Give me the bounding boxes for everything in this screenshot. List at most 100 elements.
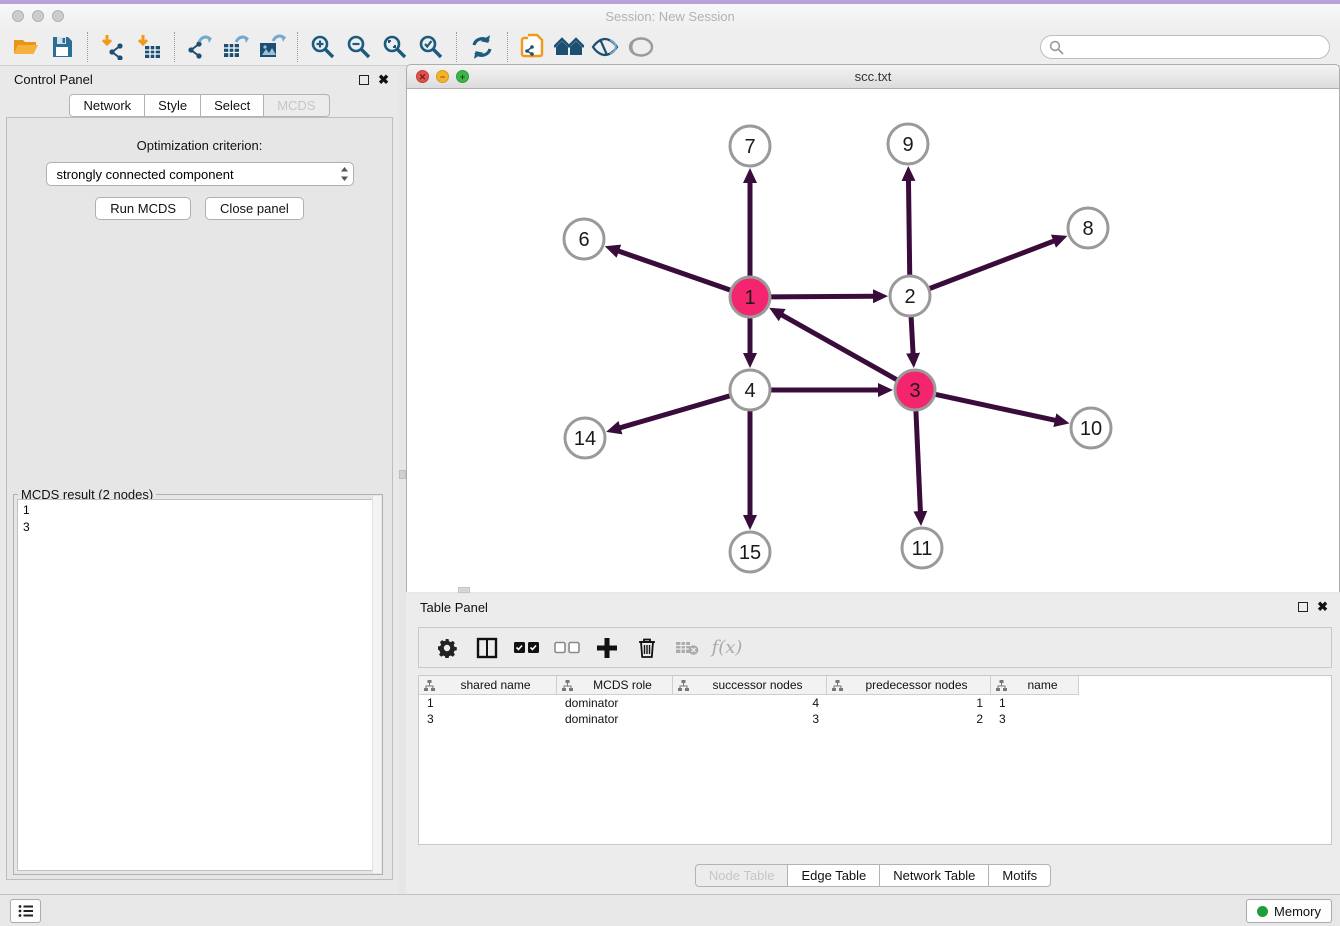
column-header-successor-nodes[interactable]: successor nodes <box>673 676 827 695</box>
graph-node-label-15: 15 <box>739 542 761 564</box>
column-chooser-icon[interactable] <box>469 631 505 665</box>
memory-button[interactable]: Memory <box>1246 899 1332 923</box>
column-header-MCDS-role[interactable]: MCDS role <box>557 676 673 695</box>
export-image-icon[interactable] <box>254 31 290 63</box>
table-cell[interactable]: 2 <box>827 711 991 727</box>
two-houses-icon[interactable] <box>551 31 587 63</box>
column-header-predecessor-nodes[interactable]: predecessor nodes <box>827 676 991 695</box>
birds-eye-view-icon[interactable] <box>623 31 659 63</box>
node-table[interactable]: shared nameMCDS rolesuccessor nodesprede… <box>418 675 1332 845</box>
graph-node-label-10: 10 <box>1080 418 1102 440</box>
table-cell[interactable]: 3 <box>673 711 827 727</box>
column-type-icon <box>678 680 689 691</box>
table-row[interactable]: 3dominator323 <box>419 711 1331 727</box>
application-window: Session: New Session <box>0 0 1340 926</box>
tab-edge-table[interactable]: Edge Table <box>787 864 880 887</box>
table-cell[interactable]: 1 <box>419 695 557 711</box>
deselect-all-checkboxes-icon[interactable] <box>549 631 585 665</box>
window-title: Session: New Session <box>0 9 1340 24</box>
graph-edge-3-1[interactable] <box>781 315 897 381</box>
table-cell[interactable]: 1 <box>991 695 1079 711</box>
add-column-icon[interactable] <box>589 631 625 665</box>
float-panel-icon[interactable] <box>359 75 369 85</box>
main-toolbar <box>0 28 1340 66</box>
network-graph[interactable]: 7968124314101511 <box>407 89 1339 592</box>
tab-network[interactable]: Network <box>69 94 145 117</box>
import-network-icon[interactable] <box>95 31 131 63</box>
chevron-updown-icon <box>340 166 349 182</box>
show-hide-graphics-icon[interactable] <box>587 31 623 63</box>
network-close-button[interactable]: ✕ <box>416 70 429 83</box>
network-window-titlebar[interactable]: ✕ − + scc.txt <box>407 65 1339 89</box>
criterion-value: strongly connected component <box>57 167 340 182</box>
table-header-row: shared nameMCDS rolesuccessor nodesprede… <box>419 676 1331 695</box>
select-all-checkboxes-icon[interactable] <box>509 631 545 665</box>
close-table-panel-icon[interactable]: ✖ <box>1317 602 1328 612</box>
tab-network-table[interactable]: Network Table <box>879 864 989 887</box>
search-input[interactable] <box>1064 37 1329 57</box>
table-body: 1dominator4113dominator323 <box>419 695 1331 727</box>
column-header-shared-name[interactable]: shared name <box>419 676 557 695</box>
delete-table-icon[interactable] <box>669 631 705 665</box>
splitter-grabber[interactable] <box>399 470 406 479</box>
graph-node-label-2: 2 <box>904 286 915 308</box>
column-type-icon <box>424 680 435 691</box>
float-table-panel-icon[interactable] <box>1298 602 1308 612</box>
table-tabs: Node Table Edge Table Network Table Moti… <box>406 864 1340 887</box>
zoom-selected-icon[interactable] <box>413 31 449 63</box>
network-zoom-button[interactable]: + <box>456 70 469 83</box>
refresh-icon[interactable] <box>464 31 500 63</box>
vertical-splitter[interactable] <box>399 67 406 894</box>
mcds-result-text[interactable]: 1 3 <box>17 499 379 871</box>
tab-style[interactable]: Style <box>144 94 201 117</box>
graph-edge-2-9[interactable] <box>908 180 909 276</box>
settings-gear-icon[interactable] <box>429 631 465 665</box>
optimization-criterion-label: Optimization criterion: <box>7 138 392 153</box>
zoom-out-icon[interactable] <box>341 31 377 63</box>
window-titlebar: Session: New Session <box>0 4 1340 28</box>
tab-node-table[interactable]: Node Table <box>695 864 789 887</box>
graph-node-label-8: 8 <box>1082 218 1093 240</box>
export-table-icon[interactable] <box>218 31 254 63</box>
delete-column-icon[interactable] <box>629 631 665 665</box>
network-canvas[interactable]: 7968124314101511 <box>407 89 1339 592</box>
duplicate-network-icon[interactable] <box>515 31 551 63</box>
graph-edge-4-14[interactable] <box>620 396 731 428</box>
table-cell[interactable]: dominator <box>557 711 673 727</box>
table-cell[interactable]: 1 <box>827 695 991 711</box>
zoom-fit-icon[interactable] <box>377 31 413 63</box>
task-history-button[interactable] <box>10 899 41 923</box>
zoom-in-icon[interactable] <box>305 31 341 63</box>
close-panel-button[interactable]: Close panel <box>205 197 304 220</box>
network-minimize-button[interactable]: − <box>436 70 449 83</box>
criterion-dropdown[interactable]: strongly connected component <box>46 162 354 186</box>
result-scrollbar[interactable] <box>372 496 381 873</box>
graph-edge-2-3[interactable] <box>911 316 913 354</box>
toolbar-separator <box>297 32 298 62</box>
toolbar-separator <box>456 32 457 62</box>
function-builder-icon[interactable]: f(x) <box>709 631 745 665</box>
open-file-icon[interactable] <box>8 31 44 63</box>
tab-motifs[interactable]: Motifs <box>988 864 1051 887</box>
import-table-icon[interactable] <box>131 31 167 63</box>
column-header-name[interactable]: name <box>991 676 1079 695</box>
mcds-result-group: MCDS result (2 nodes) 1 3 <box>13 494 383 875</box>
graph-edge-1-2[interactable] <box>770 296 874 297</box>
table-row[interactable]: 1dominator411 <box>419 695 1331 711</box>
search-field[interactable] <box>1040 35 1330 59</box>
graph-edge-3-10[interactable] <box>935 394 1056 420</box>
table-cell[interactable]: dominator <box>557 695 673 711</box>
table-cell[interactable]: 4 <box>673 695 827 711</box>
tab-select[interactable]: Select <box>200 94 264 117</box>
table-cell[interactable]: 3 <box>991 711 1079 727</box>
close-panel-icon[interactable]: ✖ <box>378 75 389 85</box>
tab-mcds[interactable]: MCDS <box>263 94 329 117</box>
table-cell[interactable]: 3 <box>419 711 557 727</box>
graph-edge-2-8[interactable] <box>929 241 1055 289</box>
graph-edge-3-11[interactable] <box>916 410 921 512</box>
save-session-icon[interactable] <box>44 31 80 63</box>
run-mcds-button[interactable]: Run MCDS <box>95 197 191 220</box>
graph-edge-1-6[interactable] <box>618 251 731 291</box>
export-network-icon[interactable] <box>182 31 218 63</box>
horizontal-splitter-grabber[interactable] <box>458 587 470 593</box>
